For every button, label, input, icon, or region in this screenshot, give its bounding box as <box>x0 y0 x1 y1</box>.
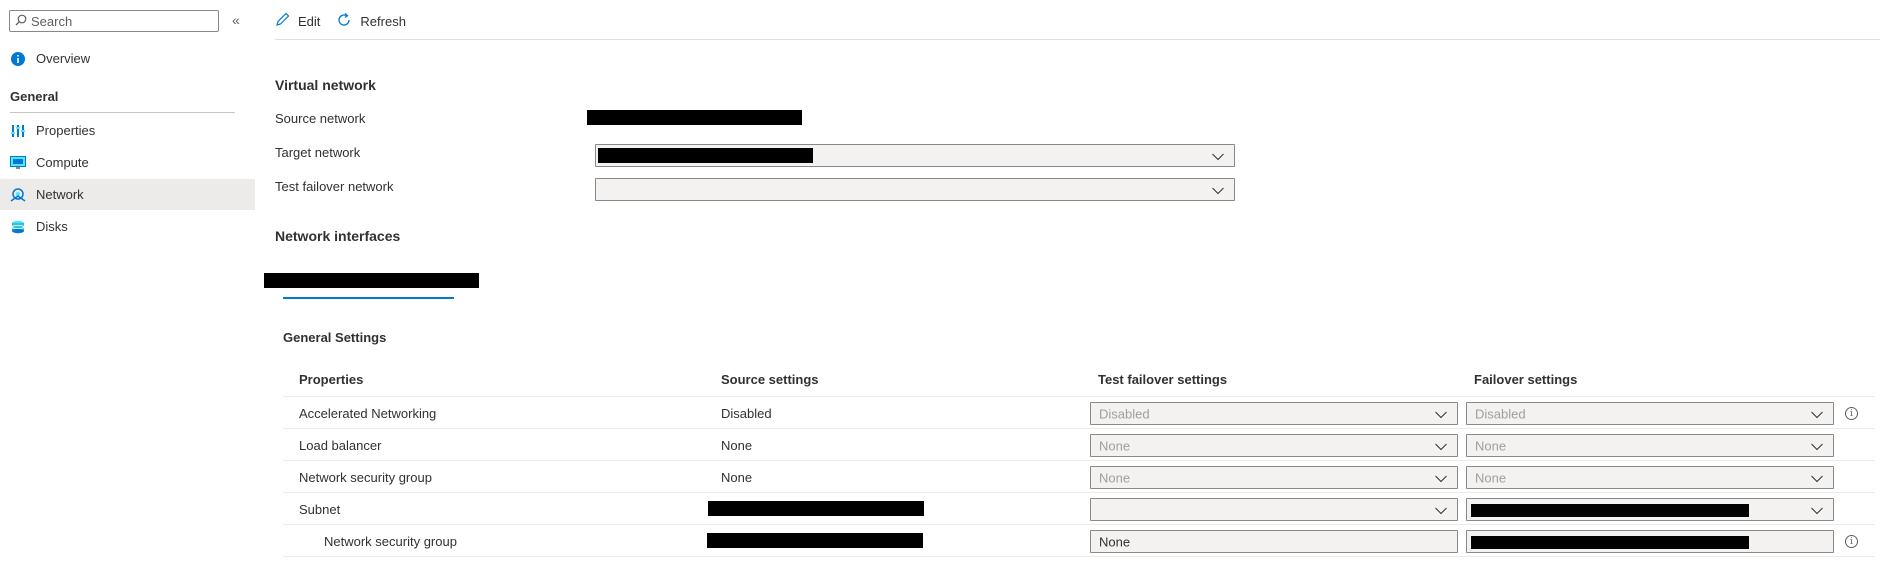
redacted-target-network-value <box>598 148 813 163</box>
chevron-down-icon <box>1811 438 1823 453</box>
row-divider <box>283 428 1875 429</box>
general-settings-heading: General Settings <box>283 330 387 345</box>
sidebar-item-label: Overview <box>36 51 91 66</box>
row-divider <box>283 396 1875 397</box>
refresh-label: Refresh <box>360 13 406 29</box>
sidebar-item-properties[interactable]: Properties <box>0 115 255 146</box>
column-header-test-failover-settings: Test failover settings <box>1098 372 1228 387</box>
redacted-source-network-value <box>587 110 802 125</box>
sidebar-item-disks[interactable]: Disks <box>0 211 255 242</box>
network-icon <box>10 187 26 203</box>
field-value: None <box>1099 534 1131 549</box>
column-header-properties: Properties <box>299 372 364 387</box>
test-failover-dropdown[interactable] <box>1090 498 1458 521</box>
info-icon[interactable]: i <box>1845 407 1858 420</box>
test-failover-dropdown[interactable]: None <box>1090 434 1458 457</box>
search-placeholder: Search <box>31 13 73 29</box>
chevron-down-icon <box>1212 148 1224 163</box>
column-header-failover-settings: Failover settings <box>1474 372 1578 387</box>
compute-icon <box>10 155 26 171</box>
test-failover-network-dropdown[interactable] <box>595 178 1235 201</box>
redacted-source-nsg <box>707 533 923 548</box>
property-name: Network security group <box>299 470 432 485</box>
chevron-down-icon <box>1212 182 1224 197</box>
target-network-label: Target network <box>275 145 361 160</box>
info-icon[interactable]: i <box>1845 535 1858 548</box>
redacted-source-subnet <box>708 501 924 516</box>
row-divider <box>283 524 1875 525</box>
row-divider <box>283 460 1875 461</box>
search-icon <box>15 14 27 29</box>
disks-icon <box>10 219 26 235</box>
chevron-down-icon <box>1811 406 1823 421</box>
toolbar-divider <box>275 39 1880 40</box>
failover-dropdown[interactable]: None <box>1466 434 1834 457</box>
test-failover-network-label: Test failover network <box>275 179 394 194</box>
search-input[interactable]: Search <box>9 10 219 32</box>
dropdown-value: None <box>1475 470 1507 485</box>
collapse-sidebar-icon[interactable]: « <box>232 12 240 28</box>
redacted-network-interface-tab[interactable] <box>264 273 479 288</box>
sidebar-item-compute[interactable]: Compute <box>0 147 255 178</box>
test-failover-dropdown[interactable]: Disabled <box>1090 402 1458 425</box>
source-network-label: Source network <box>275 111 366 126</box>
info-icon <box>10 51 26 67</box>
dropdown-value: None <box>1099 470 1131 485</box>
sidebar: Search « Overview General Properties Com… <box>0 0 255 577</box>
failover-dropdown[interactable] <box>1466 498 1834 521</box>
chevron-down-icon <box>1435 470 1447 485</box>
sidebar-section-general: General <box>10 89 59 104</box>
edit-label: Edit <box>298 13 321 29</box>
property-name: Subnet <box>299 502 341 517</box>
dropdown-value: None <box>1099 438 1131 453</box>
edit-button[interactable]: Edit <box>275 12 320 30</box>
test-failover-nsg-field[interactable]: None <box>1090 530 1458 553</box>
property-name: Network security group <box>324 534 457 549</box>
property-name: Load balancer <box>299 438 382 453</box>
row-divider <box>283 492 1875 493</box>
target-network-dropdown[interactable] <box>595 144 1235 167</box>
chevron-down-icon <box>1435 502 1447 517</box>
properties-icon <box>10 123 26 139</box>
command-bar: Edit Refresh <box>275 0 406 42</box>
sidebar-item-label: Disks <box>36 219 68 234</box>
divider <box>10 112 235 113</box>
dropdown-value: None <box>1475 438 1507 453</box>
row-divider <box>283 556 1875 557</box>
sidebar-item-overview[interactable]: Overview <box>0 43 255 74</box>
refresh-icon <box>336 12 352 31</box>
source-value: Disabled <box>721 406 772 421</box>
virtual-network-heading: Virtual network <box>275 77 376 93</box>
source-value: None <box>721 438 753 453</box>
sidebar-item-network[interactable]: Network <box>0 179 255 210</box>
test-failover-dropdown[interactable]: None <box>1090 466 1458 489</box>
dropdown-value: Disabled <box>1475 406 1526 421</box>
property-name: Accelerated Networking <box>299 406 437 421</box>
failover-dropdown[interactable]: None <box>1466 466 1834 489</box>
source-value: None <box>721 470 753 485</box>
pencil-icon <box>275 12 290 30</box>
redacted-failover-nsg <box>1471 536 1749 549</box>
network-interfaces-heading: Network interfaces <box>275 228 401 244</box>
chevron-down-icon <box>1435 406 1447 421</box>
sidebar-item-label: Network <box>36 187 84 202</box>
sidebar-item-label: Compute <box>36 155 89 170</box>
refresh-button[interactable]: Refresh <box>336 12 406 31</box>
chevron-down-icon <box>1811 470 1823 485</box>
chevron-down-icon <box>1811 502 1823 517</box>
column-header-source-settings: Source settings <box>721 372 819 387</box>
redacted-failover-subnet <box>1471 504 1749 517</box>
dropdown-value: Disabled <box>1099 406 1150 421</box>
chevron-down-icon <box>1435 438 1447 453</box>
failover-dropdown[interactable]: Disabled <box>1466 402 1834 425</box>
sidebar-item-label: Properties <box>36 123 96 138</box>
failover-nsg-field[interactable] <box>1466 530 1834 553</box>
selected-tab-indicator <box>283 297 454 299</box>
